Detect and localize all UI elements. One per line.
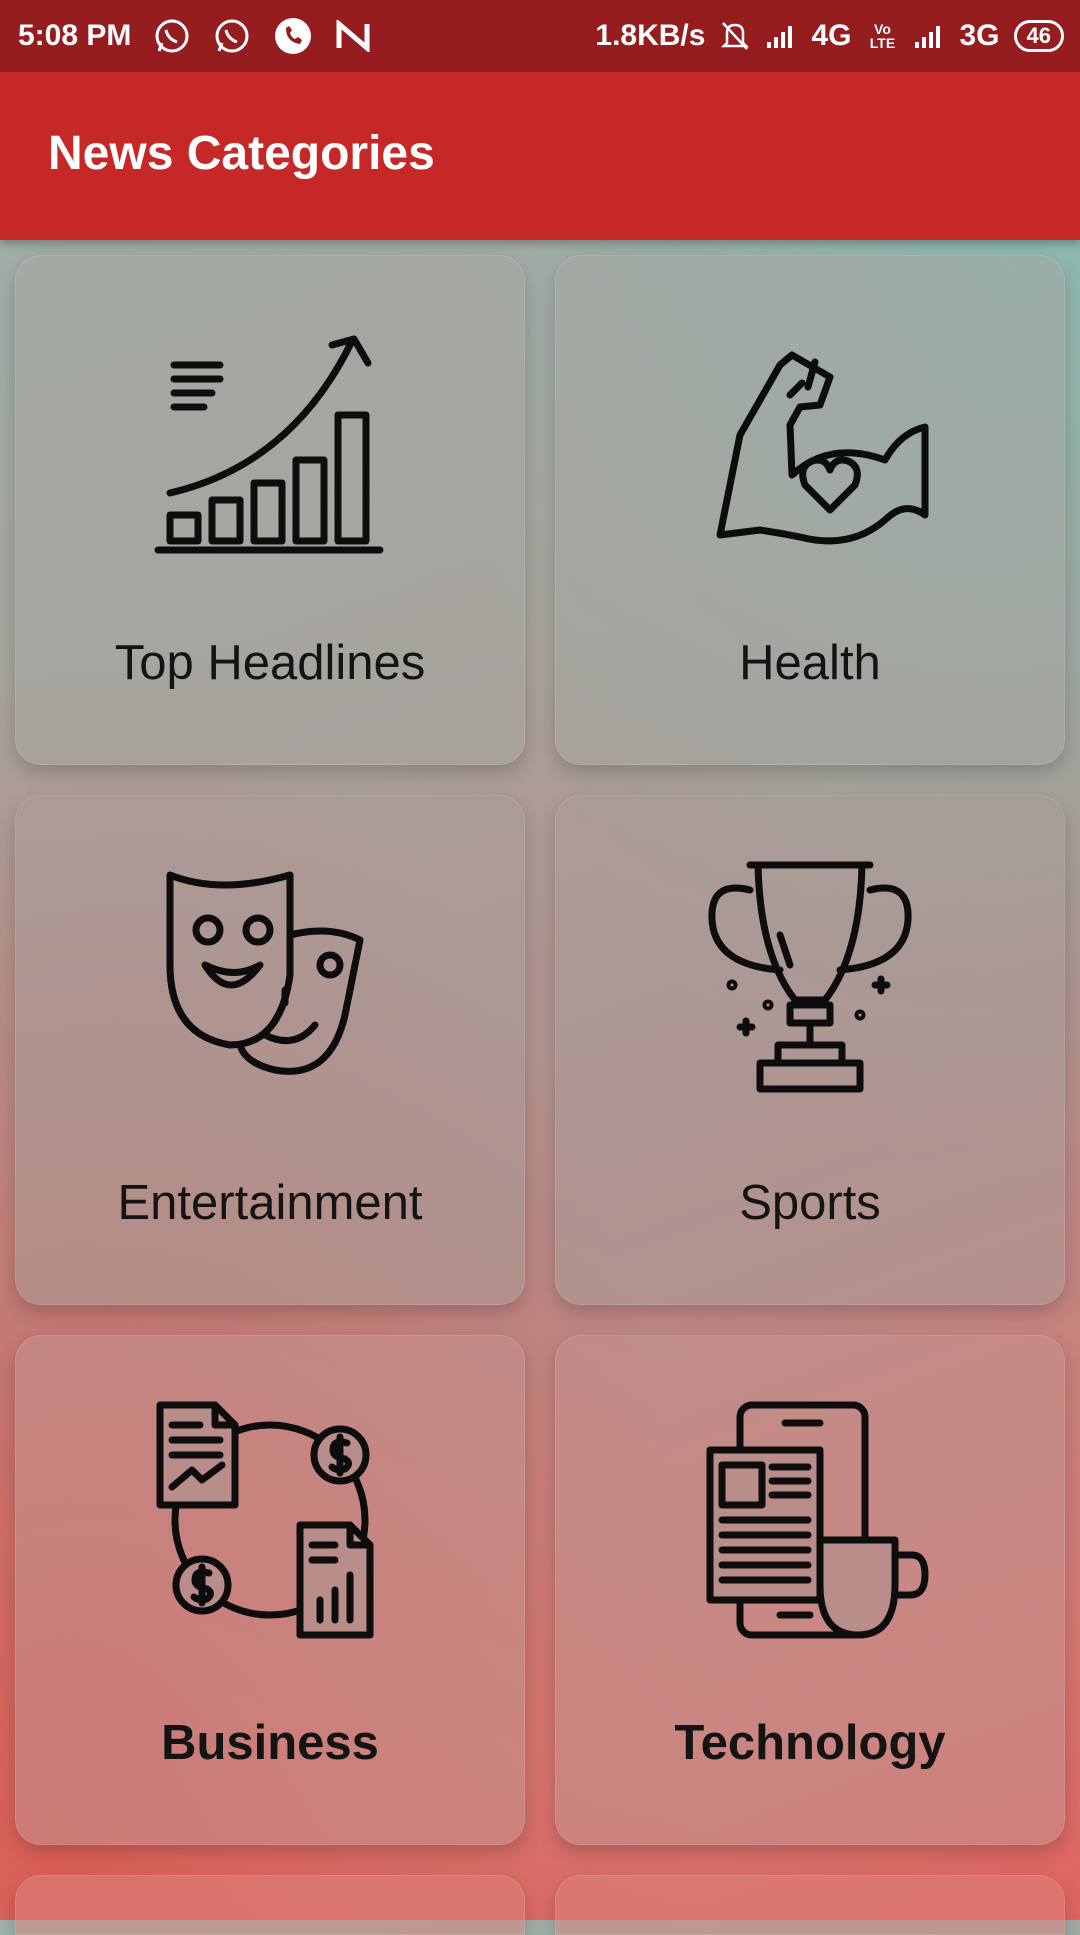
status-left: 5:08 PM bbox=[18, 0, 371, 72]
whatsapp-icon bbox=[153, 17, 191, 55]
category-grid: Top Headlines Health Entertainment Sport… bbox=[15, 255, 1065, 1935]
category-card-business[interactable]: Business bbox=[15, 1335, 525, 1845]
page-title: News Categories bbox=[48, 127, 435, 180]
signal-strength-icon bbox=[765, 22, 797, 50]
whatsapp-icon bbox=[213, 17, 251, 55]
volte-label: Vo LTE bbox=[869, 21, 896, 51]
flexed-arm-heart-icon bbox=[716, 351, 929, 545]
category-card-entertainment[interactable]: Entertainment bbox=[15, 795, 525, 1305]
category-label: Sports bbox=[739, 1176, 881, 1230]
category-label: Technology bbox=[674, 1716, 946, 1770]
status-time: 5:08 PM bbox=[18, 19, 132, 52]
category-card-technology[interactable]: Technology bbox=[555, 1335, 1065, 1845]
category-card-partial[interactable] bbox=[15, 1875, 525, 1935]
theater-masks-icon bbox=[166, 871, 364, 1075]
category-card-sports[interactable]: Sports bbox=[555, 795, 1065, 1305]
muted-bell-icon bbox=[719, 19, 751, 53]
signal-strength-icon bbox=[913, 22, 945, 50]
phone-icon bbox=[273, 16, 313, 56]
status-right: 1.8KB/s 4G Vo LTE 3G 46 bbox=[595, 0, 1064, 72]
category-label: Entertainment bbox=[117, 1176, 423, 1230]
status-bar: 5:08 PM 1.8KB/s 4G Vo LTE 3G 46 bbox=[0, 0, 1080, 72]
category-label: Business bbox=[161, 1716, 379, 1770]
trophy-icon bbox=[708, 861, 912, 1093]
network-speed: 1.8KB/s bbox=[595, 19, 706, 52]
category-card-partial[interactable] bbox=[555, 1875, 1065, 1935]
category-card-health[interactable]: Health bbox=[555, 255, 1065, 765]
app-bar: News Categories bbox=[0, 72, 1080, 240]
category-label: Health bbox=[739, 636, 881, 690]
network-type-3g: 3G bbox=[959, 19, 1000, 52]
growth-chart-icon bbox=[154, 335, 384, 554]
n-notification-icon bbox=[335, 20, 371, 52]
battery-indicator: 46 bbox=[1013, 20, 1064, 52]
category-card-top-headlines[interactable]: Top Headlines bbox=[15, 255, 525, 765]
category-label: Top Headlines bbox=[114, 636, 426, 690]
business-cycle-icon bbox=[156, 1401, 374, 1639]
network-type-4g: 4G bbox=[811, 19, 852, 52]
phone-news-coffee-icon bbox=[706, 1401, 929, 1639]
